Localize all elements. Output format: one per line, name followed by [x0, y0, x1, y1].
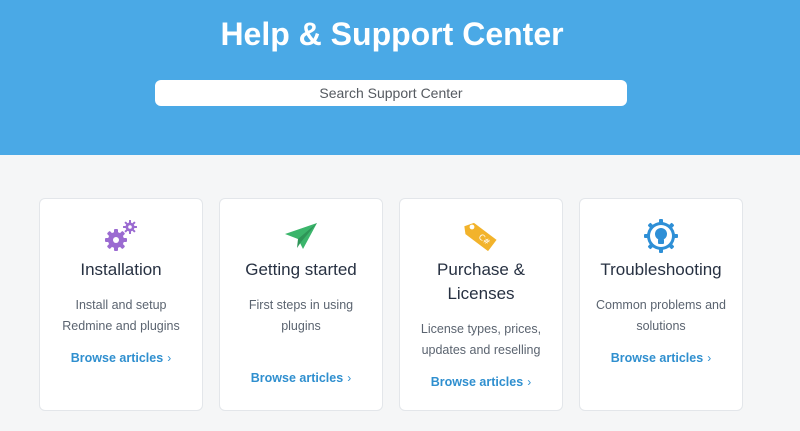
page-title: Help & Support Center [220, 16, 564, 52]
search-input[interactable] [155, 80, 627, 106]
lightbulb-gear-icon [580, 219, 742, 253]
chevron-right-icon: › [707, 351, 712, 365]
browse-articles-link[interactable]: Browse articles › [580, 351, 742, 365]
card-description: First steps in using plugins [248, 298, 354, 333]
card-troubleshooting[interactable]: Troubleshooting Common problems and solu… [579, 198, 743, 411]
chevron-right-icon: › [527, 375, 532, 389]
paper-plane-icon [220, 219, 382, 253]
chevron-right-icon: › [347, 371, 352, 385]
card-description: Install and setup Redmine and plugins [62, 298, 180, 333]
card-title: Troubleshooting [600, 260, 722, 279]
browse-articles-link[interactable]: Browse articles › [40, 351, 202, 365]
card-description: Common problems and solutions [596, 298, 726, 333]
card-getting-started[interactable]: Getting started First steps in using plu… [219, 198, 383, 411]
card-title: Purchase & Licenses [437, 260, 525, 303]
chevron-right-icon: › [167, 351, 172, 365]
card-title: Installation [80, 260, 162, 279]
price-tag-icon: C# [400, 219, 562, 253]
card-installation[interactable]: Installation Install and setup Redmine a… [39, 198, 203, 411]
card-purchase-licenses[interactable]: C# Purchase & Licenses License types, pr… [399, 198, 563, 411]
browse-articles-link[interactable]: Browse articles › [400, 375, 562, 389]
hero-banner: Help & Support Center [0, 0, 800, 155]
gears-icon [40, 219, 202, 253]
browse-articles-link[interactable]: Browse articles › [220, 371, 382, 385]
card-description: License types, prices, updates and resel… [420, 322, 542, 357]
card-title: Getting started [245, 260, 357, 279]
